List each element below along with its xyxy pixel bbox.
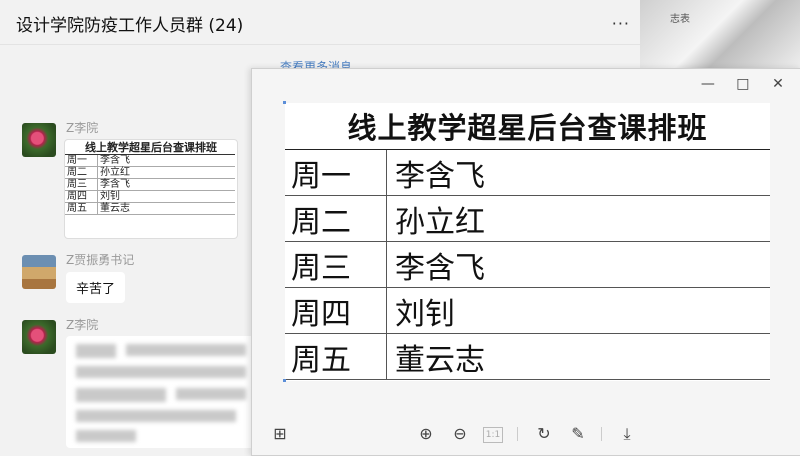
blur-block: [76, 430, 136, 442]
avatar[interactable]: [22, 255, 56, 289]
schedule-name: 刘钊: [386, 287, 770, 334]
actual-size-icon[interactable]: 1:1: [483, 427, 503, 443]
grid-view-icon[interactable]: ⊞: [269, 423, 291, 445]
mini-day: 周四: [65, 190, 98, 203]
background-paper: [640, 0, 800, 68]
close-button[interactable]: ✕: [763, 76, 793, 92]
more-options-icon[interactable]: ···: [612, 14, 630, 33]
blur-block: [76, 410, 236, 422]
chat-title: 设计学院防疫工作人员群 (24): [16, 16, 244, 36]
download-icon[interactable]: ⤓: [616, 423, 638, 445]
selection-handle[interactable]: [283, 101, 286, 104]
viewer-toolbar: ⊞ ⊕ ⊖ 1:1 ↻ ✎ ⤓: [252, 411, 800, 455]
blur-block: [176, 388, 246, 400]
paper-text: 志表: [670, 14, 690, 25]
schedule-title: 线上教学超星后台查课排班: [285, 103, 770, 150]
mini-name: 李含飞: [97, 154, 235, 167]
rotate-icon[interactable]: ↻: [533, 423, 555, 445]
sender-name: Z李院: [66, 318, 99, 332]
blur-block: [76, 344, 116, 358]
schedule-name: 李含飞: [386, 149, 770, 196]
schedule-name: 李含飞: [386, 241, 770, 288]
schedule-name: 董云志: [386, 333, 770, 380]
sender-name: Z贾振勇书记: [66, 253, 135, 267]
mini-table-title: 线上教学超星后台查课排班: [65, 140, 235, 155]
schedule-day: 周二: [285, 195, 387, 242]
schedule-table: 线上教学超星后台查课排班 周一 李含飞 周二 孙立红 周三 李含飞 周四 刘钊 周五董…: [285, 103, 770, 380]
blur-block: [76, 388, 166, 402]
schedule-day: 周五: [285, 333, 387, 380]
mini-day: 周二: [65, 166, 98, 179]
schedule-image-thumbnail[interactable]: 线上教学超星后台查课排班 周一 李含飞 周二 孙立红 周三 李含飞 周四 刘钊 周五 董云…: [64, 139, 238, 239]
toolbar-separator: [517, 427, 518, 441]
zoom-out-icon[interactable]: ⊖: [449, 423, 471, 445]
image-viewer-window: — □ ✕ 线上教学超星后台查课排班 周一 李含飞 周二 孙立红 周三 李含飞 周四…: [251, 68, 800, 456]
mini-day: 周五: [65, 202, 98, 215]
mini-day: 周三: [65, 178, 98, 191]
schedule-day: 周一: [285, 149, 387, 196]
message-bubble[interactable]: 辛苦了: [66, 272, 126, 303]
maximize-button[interactable]: □: [728, 76, 758, 92]
mini-name: 董云志: [97, 202, 235, 215]
schedule-name: 孙立红: [386, 195, 770, 242]
blur-block: [76, 366, 246, 378]
avatar[interactable]: [22, 123, 56, 157]
selection-handle[interactable]: [283, 379, 286, 382]
zoom-in-icon[interactable]: ⊕: [415, 423, 437, 445]
schedule-day: 周三: [285, 241, 387, 288]
mini-name: 孙立红: [97, 166, 235, 179]
schedule-day: 周四: [285, 287, 387, 334]
mini-day: 周一: [65, 154, 98, 167]
mini-name: 李含飞: [97, 178, 235, 191]
minimize-button[interactable]: —: [693, 76, 723, 92]
sender-name: Z李院: [66, 121, 99, 135]
schedule-image[interactable]: 线上教学超星后台查课排班 周一 李含飞 周二 孙立红 周三 李含飞 周四 刘钊 周五董…: [283, 101, 770, 382]
mini-name: 刘钊: [97, 190, 235, 203]
blurred-image-message[interactable]: [66, 336, 256, 448]
toolbar-separator: [601, 427, 602, 441]
window-controls: — □ ✕: [693, 73, 793, 93]
avatar[interactable]: [22, 320, 56, 354]
edit-icon[interactable]: ✎: [567, 423, 589, 445]
chat-header: 设计学院防疫工作人员群 (24) ···: [0, 0, 640, 45]
blur-block: [126, 344, 246, 356]
